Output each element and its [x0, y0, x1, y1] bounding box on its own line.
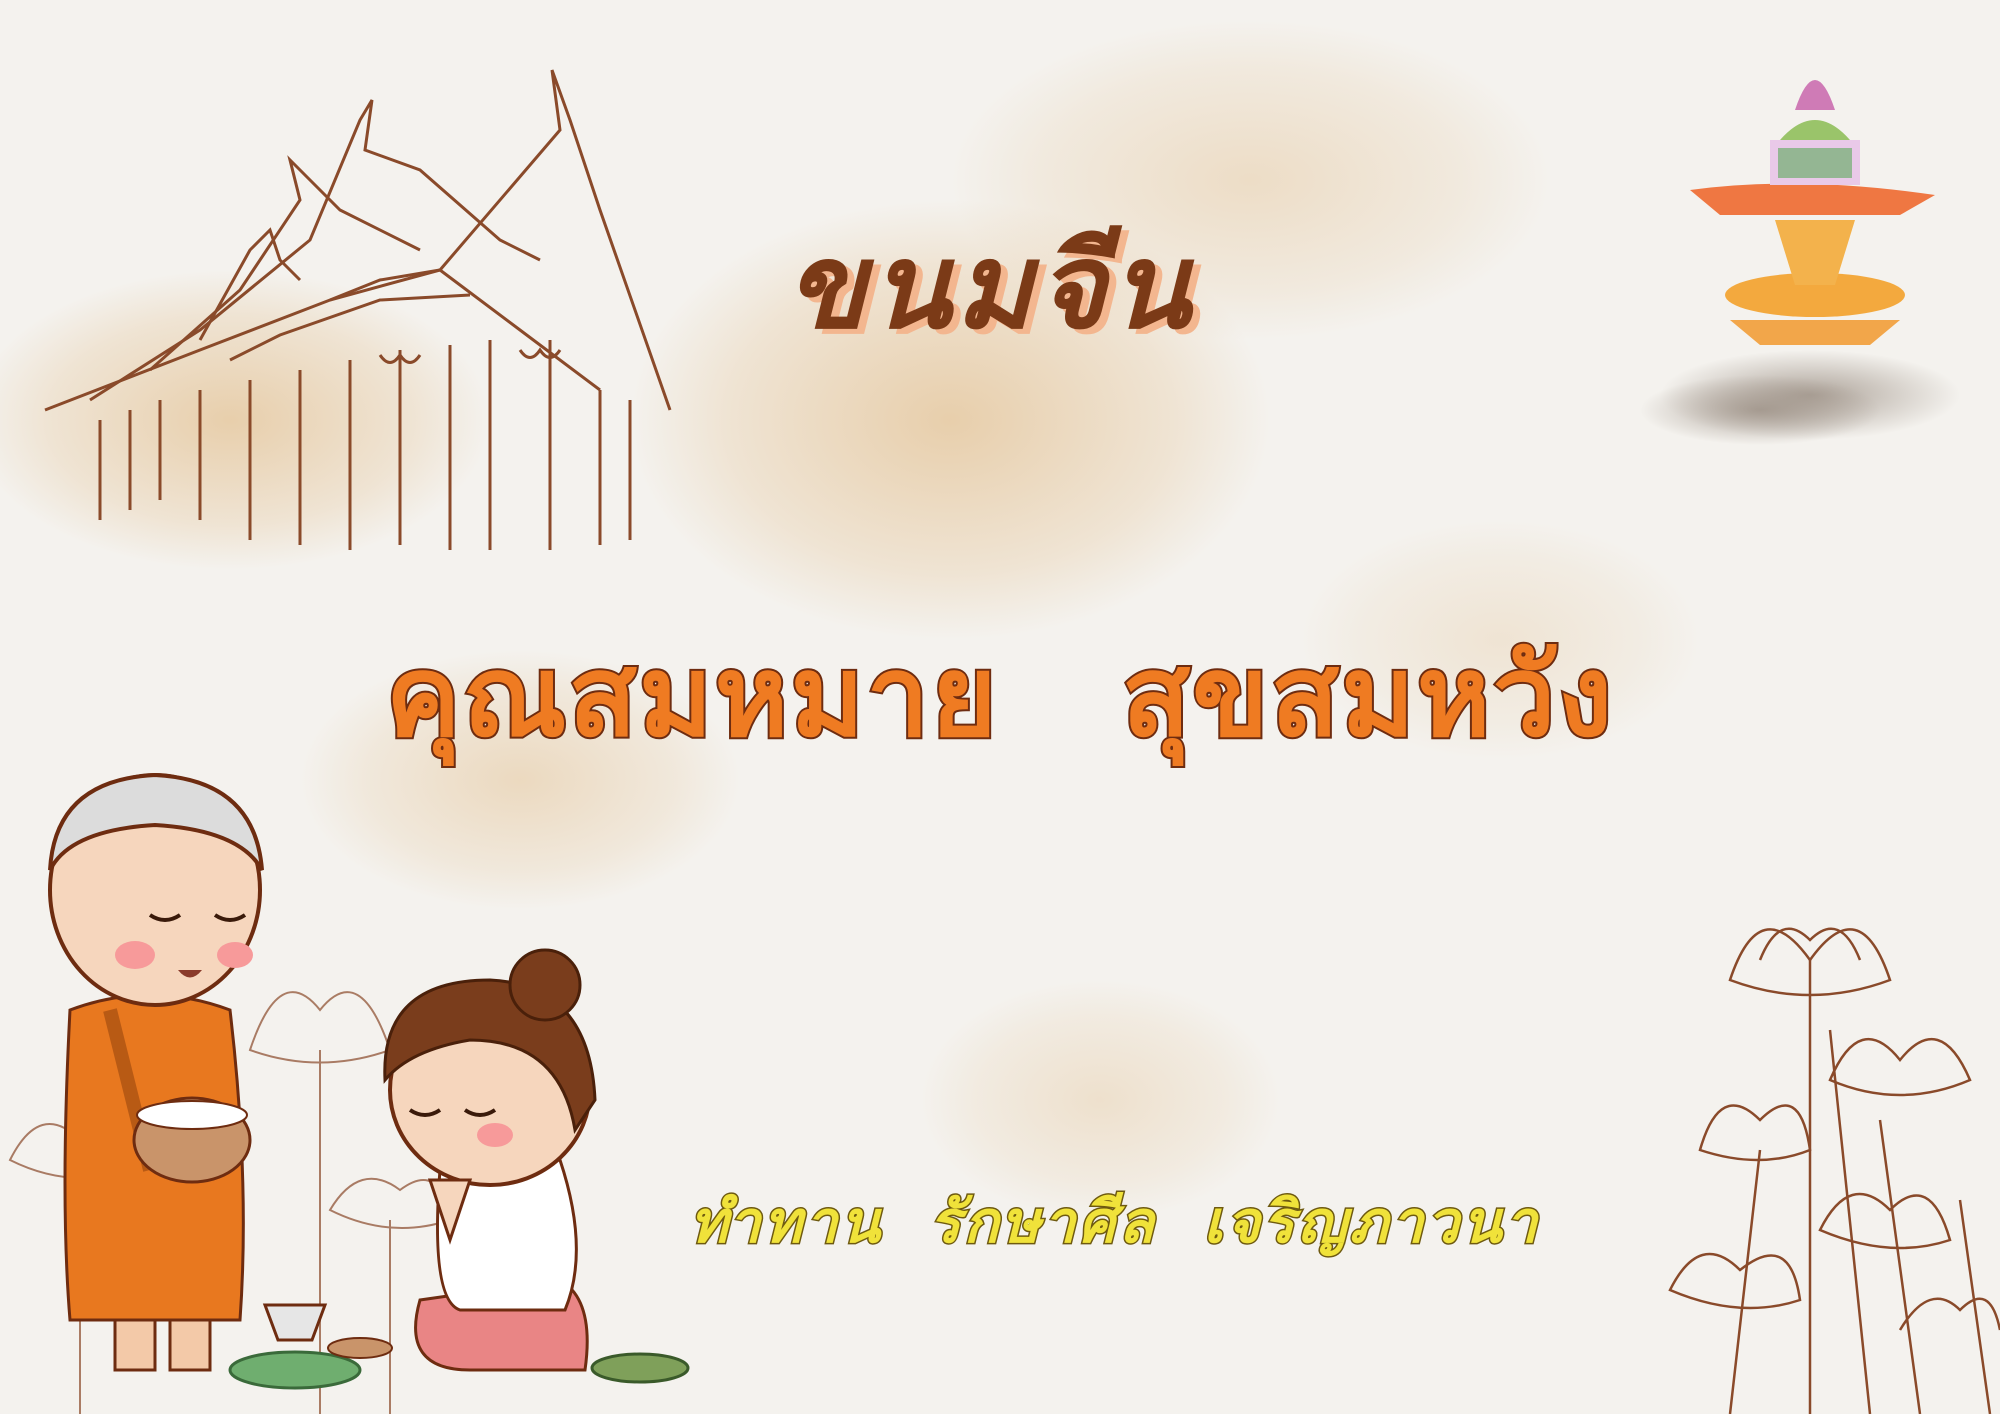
praying-woman-cartoon	[228, 948, 690, 1390]
motto-text: ทำทาน รักษาศีล เจริญภาวนา	[688, 1187, 1541, 1258]
lotus-flower-sketch	[1668, 927, 2000, 1414]
pha-pa-offering-tray	[1640, 80, 1960, 445]
watercolor-stains	[0, 20, 1700, 1220]
honoree-names: คุณสมหมาย สุขสมหวัง	[384, 630, 1615, 764]
monk-cartoon	[48, 772, 264, 1372]
card-title: ขนมจีน	[785, 216, 1195, 355]
